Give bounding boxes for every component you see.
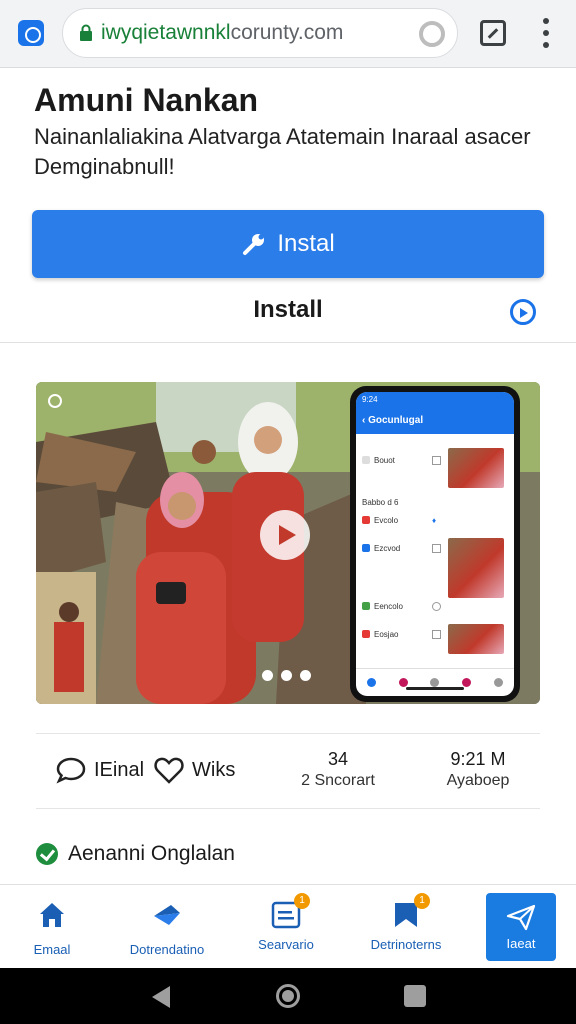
open-in-tab-icon[interactable] <box>480 20 506 46</box>
carousel-dot[interactable] <box>300 670 311 681</box>
size-sub: Ayaboep <box>446 772 510 789</box>
like-action[interactable]: Wiks <box>154 756 235 784</box>
phone-list-item: Evcolo ♦ <box>362 514 446 526</box>
comment-action[interactable]: IEinal <box>56 756 144 784</box>
url-text: iwyqietawnnklcorunty.com <box>101 21 343 45</box>
downloads-stat: 34 2 Sncorart <box>286 748 390 792</box>
phone-thumbnail <box>448 448 504 488</box>
notification-badge: 1 <box>294 893 310 909</box>
phone-bottom-nav <box>356 668 514 696</box>
phone-mockup: 9:24 ‹ Gocunlugal Bouot Babbo d 6 Evcolo… <box>350 386 520 702</box>
comment-label: IEinal <box>94 758 145 781</box>
back-icon[interactable] <box>152 986 170 1008</box>
carousel-dot[interactable] <box>281 670 292 681</box>
send-button[interactable]: Iaeat <box>486 893 556 961</box>
carousel-dots[interactable] <box>262 670 311 681</box>
heart-icon <box>154 757 184 784</box>
send-label: Iaeat <box>506 936 536 951</box>
bottom-nav: Emaal Dotrendatino 1 Searvario 1 Detrino… <box>0 884 576 968</box>
tab-icon[interactable] <box>18 20 44 46</box>
divider <box>0 342 576 343</box>
size-value: 9:21 M <box>450 749 506 769</box>
phone-list-item: Babbo d 6 <box>362 497 399 507</box>
recents-icon[interactable] <box>404 985 426 1007</box>
phone-status-time: 9:24 <box>356 392 514 408</box>
install-button-label: Instal <box>277 230 335 257</box>
phone-thumbnail <box>448 538 504 598</box>
phone-thumbnail <box>448 624 504 654</box>
phone-home-indicator <box>406 687 464 690</box>
home-icon <box>40 903 64 927</box>
nav-label: Detrinoterns <box>370 937 442 952</box>
system-navigation-bar <box>0 968 576 1024</box>
nav-item-details[interactable]: 1 Detrinoterns <box>346 885 466 969</box>
plane-icon <box>154 905 180 925</box>
app-screenshot-carousel[interactable]: 9:24 ‹ Gocunlugal Bouot Babbo d 6 Evcolo… <box>36 382 540 704</box>
lock-icon <box>80 24 92 41</box>
nav-item-discover[interactable]: Dotrendatino <box>107 885 227 969</box>
phone-app-title: ‹ Gocunlugal <box>356 408 514 434</box>
nav-label: Searvario <box>258 937 314 952</box>
app-description: Nainanlaliakina Alatvarga Atatemain Inar… <box>34 124 531 179</box>
wrench-icon <box>243 234 265 255</box>
url-host: iwyqietawnnkl <box>101 21 231 44</box>
home-button-icon[interactable] <box>276 984 300 1008</box>
play-circle-icon[interactable] <box>510 299 536 325</box>
install-link[interactable]: Install <box>0 296 576 324</box>
nav-item-home[interactable]: Emaal <box>0 885 112 969</box>
carousel-dot[interactable] <box>262 670 273 681</box>
play-video-button[interactable] <box>260 510 310 560</box>
card-icon: 1 <box>270 893 310 931</box>
size-stat: 9:21 M Ayaboep <box>428 748 528 792</box>
install-button[interactable]: Instal <box>32 210 544 278</box>
like-label: Wiks <box>192 758 236 781</box>
verified-label: Aenanni Onglalan <box>68 842 235 865</box>
check-circle-icon <box>36 843 58 865</box>
address-bar[interactable]: iwyqietawnnklcorunty.com <box>62 8 458 58</box>
bookmark-icon: 1 <box>390 893 430 931</box>
phone-list-item: Ezcvod <box>362 542 446 554</box>
url-domain: corunty.com <box>230 21 344 44</box>
menu-icon[interactable] <box>536 18 556 48</box>
send-icon <box>506 904 536 931</box>
carousel-indicator-icon <box>48 394 62 408</box>
phone-list-item: Eencolo <box>362 600 446 612</box>
phone-screen: 9:24 ‹ Gocunlugal Bouot Babbo d 6 Evcolo… <box>356 392 514 696</box>
verified-row: Aenanni Onglalan <box>36 842 235 866</box>
chat-bubble-icon <box>56 757 86 784</box>
nav-label: Emaal <box>33 942 71 957</box>
nav-label: Dotrendatino <box>129 942 205 957</box>
browser-toolbar: iwyqietawnnklcorunty.com <box>0 0 576 68</box>
nav-item-services[interactable]: 1 Searvario <box>226 885 346 969</box>
app-title: Amuni Nankan <box>34 82 259 118</box>
reload-icon[interactable] <box>419 21 445 47</box>
downloads-sub: 2 Sncorart <box>301 772 375 789</box>
phone-list-item: Bouot <box>362 454 446 466</box>
notification-badge: 1 <box>414 893 430 909</box>
stats-row: IEinal Wiks 34 2 Sncorart 9:21 M Ayaboep <box>36 733 540 809</box>
phone-list-item: Eosjao <box>362 628 446 640</box>
downloads-value: 34 <box>327 749 349 769</box>
